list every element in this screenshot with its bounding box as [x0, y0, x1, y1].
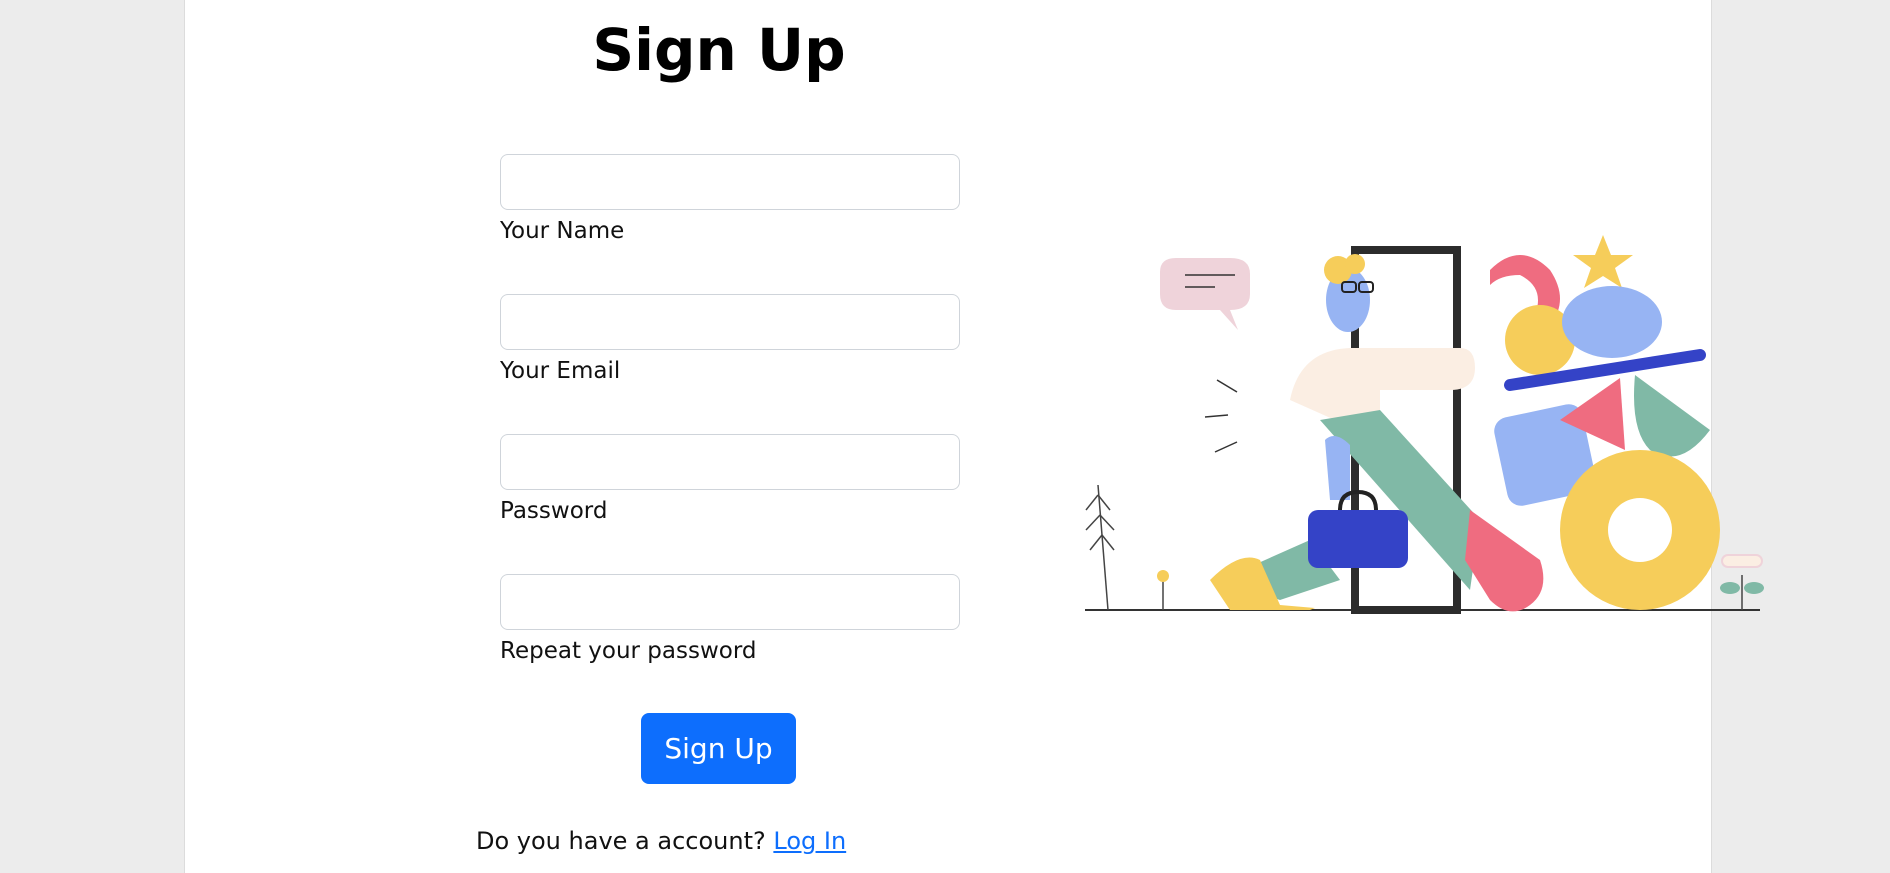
star-icon — [1573, 235, 1633, 288]
speech-bubble-icon — [1160, 258, 1250, 330]
repeat-password-label: Repeat your password — [500, 638, 757, 664]
signup-illustration — [1085, 235, 1764, 614]
name-input[interactable] — [500, 154, 960, 210]
plant-left-icon — [1085, 484, 1115, 611]
login-prompt-text: Do you have a account? — [476, 827, 766, 855]
password-label: Password — [500, 498, 608, 524]
repeat-password-field-group: Repeat your password — [500, 574, 960, 666]
email-field-group: Your Email — [500, 294, 960, 386]
password-input[interactable] — [500, 434, 960, 490]
email-label: Your Email — [500, 358, 621, 384]
email-input[interactable] — [500, 294, 960, 350]
signup-card: Sign Up Your Name Your Email Password Re… — [184, 0, 1764, 873]
name-field-group: Your Name — [500, 154, 960, 246]
page-title: Sign Up — [592, 16, 846, 84]
repeat-password-input[interactable] — [500, 574, 960, 630]
name-label: Your Name — [500, 218, 625, 244]
login-link[interactable]: Log In — [773, 827, 846, 855]
sign-up-button[interactable]: Sign Up — [641, 713, 796, 784]
login-prompt: Do you have a account? Log In — [476, 824, 846, 858]
password-field-group: Password — [500, 434, 960, 526]
